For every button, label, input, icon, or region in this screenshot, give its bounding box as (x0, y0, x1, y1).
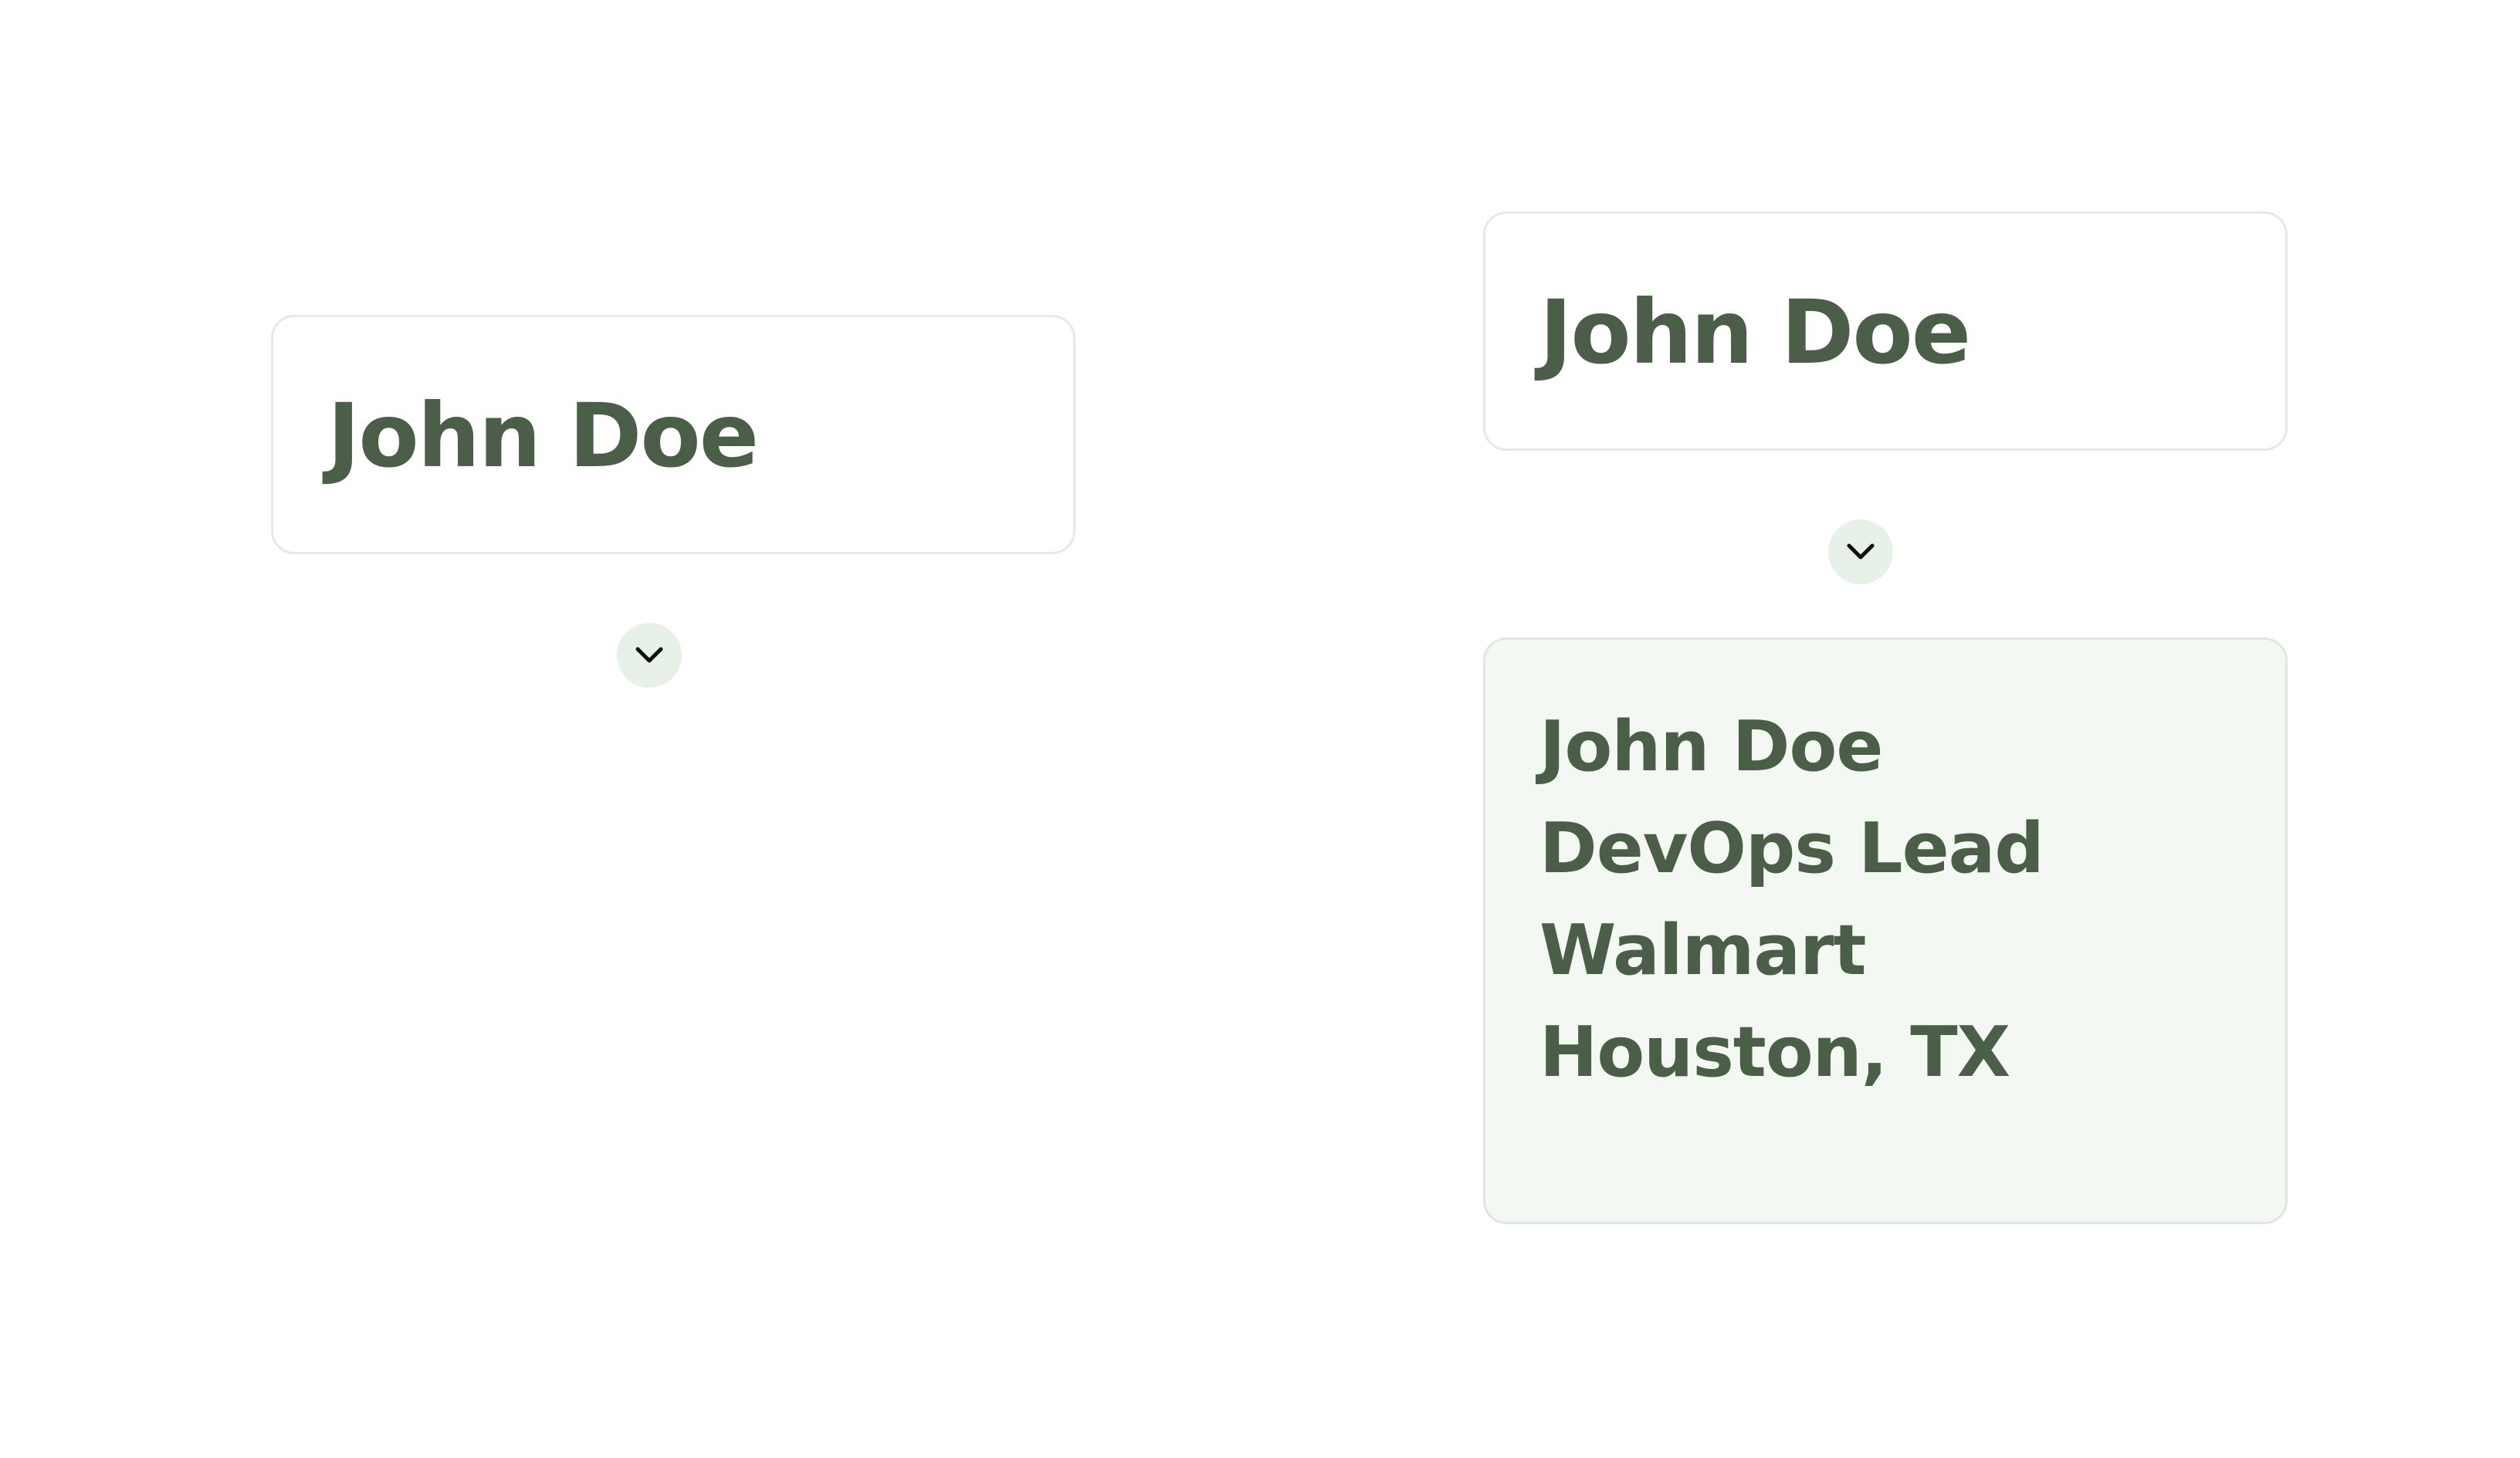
details-panel: John Doe DevOps Lead Walmart Houston, TX (1483, 638, 2288, 1224)
expanded-name-label: John Doe (1539, 281, 1971, 384)
details-title: DevOps Lead (1539, 808, 2044, 889)
chevron-down-icon (635, 647, 663, 663)
collapsed-name-card: John Doe (271, 315, 1075, 554)
expanded-collapse-button[interactable] (1828, 519, 1893, 584)
collapsed-name-label: John Doe (327, 384, 759, 487)
details-company: Walmart (1539, 910, 1867, 991)
details-name: John Doe (1539, 706, 1883, 787)
expanded-name-card: John Doe (1483, 211, 2288, 451)
chevron-down-icon (1847, 543, 1875, 560)
collapsed-expand-button[interactable] (617, 623, 682, 688)
details-location: Houston, TX (1539, 1012, 2010, 1093)
